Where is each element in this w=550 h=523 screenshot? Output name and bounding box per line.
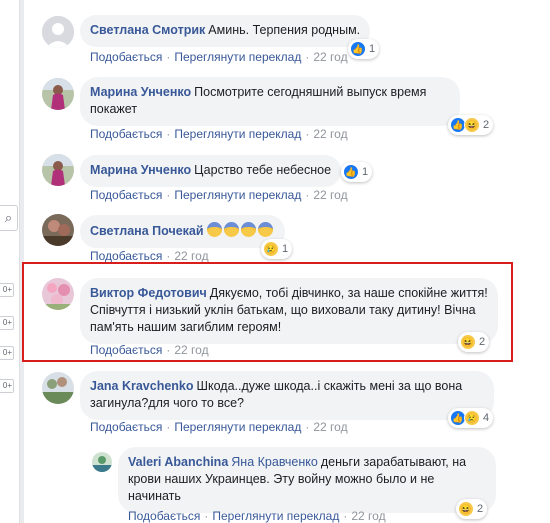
- avatar[interactable]: [42, 154, 74, 186]
- reactions-summary[interactable]: 👍 😆 2: [448, 115, 494, 135]
- comment-author[interactable]: Марина Унченко: [90, 163, 191, 177]
- like-icon: 👍: [343, 164, 359, 180]
- sad-icon: 😢: [263, 241, 279, 257]
- avatar[interactable]: [92, 452, 112, 472]
- left-sidebar: [0, 0, 20, 523]
- comment-bubble: Jana Kravchenko Шкода..дуже шкода..і скаж…: [80, 371, 494, 420]
- haha-icon: 😆: [464, 117, 480, 133]
- reaction-count: 2: [477, 503, 484, 515]
- avatar[interactable]: [42, 16, 74, 48]
- comment-bubble: Марина Унченко Царство тебе небесное: [80, 155, 342, 187]
- reactions-summary[interactable]: 👍 1: [348, 39, 380, 59]
- like-link[interactable]: Подобається: [128, 509, 200, 523]
- see-translation-link[interactable]: Переглянути переклад: [174, 420, 301, 434]
- like-link[interactable]: Подобається: [90, 127, 162, 141]
- avatar[interactable]: [42, 78, 74, 110]
- reaction-count: 1: [362, 166, 369, 178]
- comment-actions: Подобається · Переглянути переклад · 22 год: [90, 50, 348, 64]
- reaction-count: 1: [282, 243, 289, 255]
- sidebar-badge[interactable]: 0+: [0, 316, 14, 330]
- comment-bubble: Марина Унченко Посмотрите сегодняшний вып…: [80, 77, 460, 126]
- see-translation-link[interactable]: Переглянути переклад: [174, 50, 301, 64]
- haha-icon: 😆: [458, 501, 474, 517]
- sidebar-badge[interactable]: 0+: [0, 283, 14, 297]
- comment-bubble: Светлана Смотрик Аминь. Терпения родным.: [80, 15, 371, 47]
- comment-actions: Подобається · Переглянути переклад · 22 год: [90, 188, 348, 202]
- reply-actions: Подобається · Переглянути переклад · 22 год: [128, 509, 386, 523]
- like-link[interactable]: Подобається: [90, 50, 162, 64]
- timestamp[interactable]: 22 год: [313, 127, 347, 141]
- fearful-emoji: [206, 222, 275, 238]
- avatar[interactable]: [42, 372, 74, 404]
- comment-text: Аминь. Терпения родным.: [208, 23, 361, 37]
- reaction-count: 4: [483, 412, 490, 424]
- comment-text: Царство тебе небесное: [194, 163, 332, 177]
- see-translation-link[interactable]: Переглянути переклад: [174, 188, 301, 202]
- sidebar-badge[interactable]: 0+: [0, 346, 14, 360]
- like-link[interactable]: Подобається: [90, 188, 162, 202]
- reactions-summary[interactable]: 😆 2: [456, 499, 488, 519]
- reactions-summary[interactable]: 👍 😢 4: [448, 408, 494, 428]
- timestamp[interactable]: 22 год: [351, 509, 385, 523]
- timestamp[interactable]: 22 год: [313, 420, 347, 434]
- sad-icon: 😢: [464, 410, 480, 426]
- search-icon[interactable]: ⌕: [0, 205, 18, 231]
- comment-actions: Подобається · Переглянути переклад · 22 год: [90, 420, 348, 434]
- reply-bubble: Valeri Abanchina Яна Кравченко деньги зара…: [118, 447, 496, 513]
- reaction-count: 2: [483, 119, 490, 131]
- reaction-count: 1: [369, 43, 376, 55]
- comment-actions: Подобається · Переглянути переклад · 22 год: [90, 127, 348, 141]
- timestamp[interactable]: 22 год: [313, 50, 347, 64]
- reactions-summary[interactable]: 👍 1: [341, 162, 373, 182]
- timestamp[interactable]: 22 год: [313, 188, 347, 202]
- comment-author[interactable]: Светлана Почекай: [90, 224, 204, 238]
- comment-author[interactable]: Светлана Смотрик: [90, 23, 205, 37]
- timestamp[interactable]: 22 год: [174, 249, 208, 263]
- comment-actions: Подобається · 22 год: [90, 249, 209, 263]
- reply-author[interactable]: Valeri Abanchina: [128, 455, 228, 469]
- see-translation-link[interactable]: Переглянути переклад: [212, 509, 339, 523]
- mentioned-user[interactable]: Яна Кравченко: [231, 455, 318, 469]
- like-link[interactable]: Подобається: [90, 420, 162, 434]
- like-link[interactable]: Подобається: [90, 249, 162, 263]
- comment-author[interactable]: Марина Унченко: [90, 85, 191, 99]
- sidebar-badge[interactable]: 0+: [0, 379, 14, 393]
- see-translation-link[interactable]: Переглянути переклад: [174, 127, 301, 141]
- comment-author[interactable]: Jana Kravchenko: [90, 379, 194, 393]
- reactions-summary[interactable]: 😢 1: [261, 239, 293, 259]
- highlight-box: [22, 262, 513, 362]
- comment-bubble: Светлана Почекай: [80, 215, 285, 248]
- like-icon: 👍: [350, 41, 366, 57]
- avatar[interactable]: [42, 214, 74, 246]
